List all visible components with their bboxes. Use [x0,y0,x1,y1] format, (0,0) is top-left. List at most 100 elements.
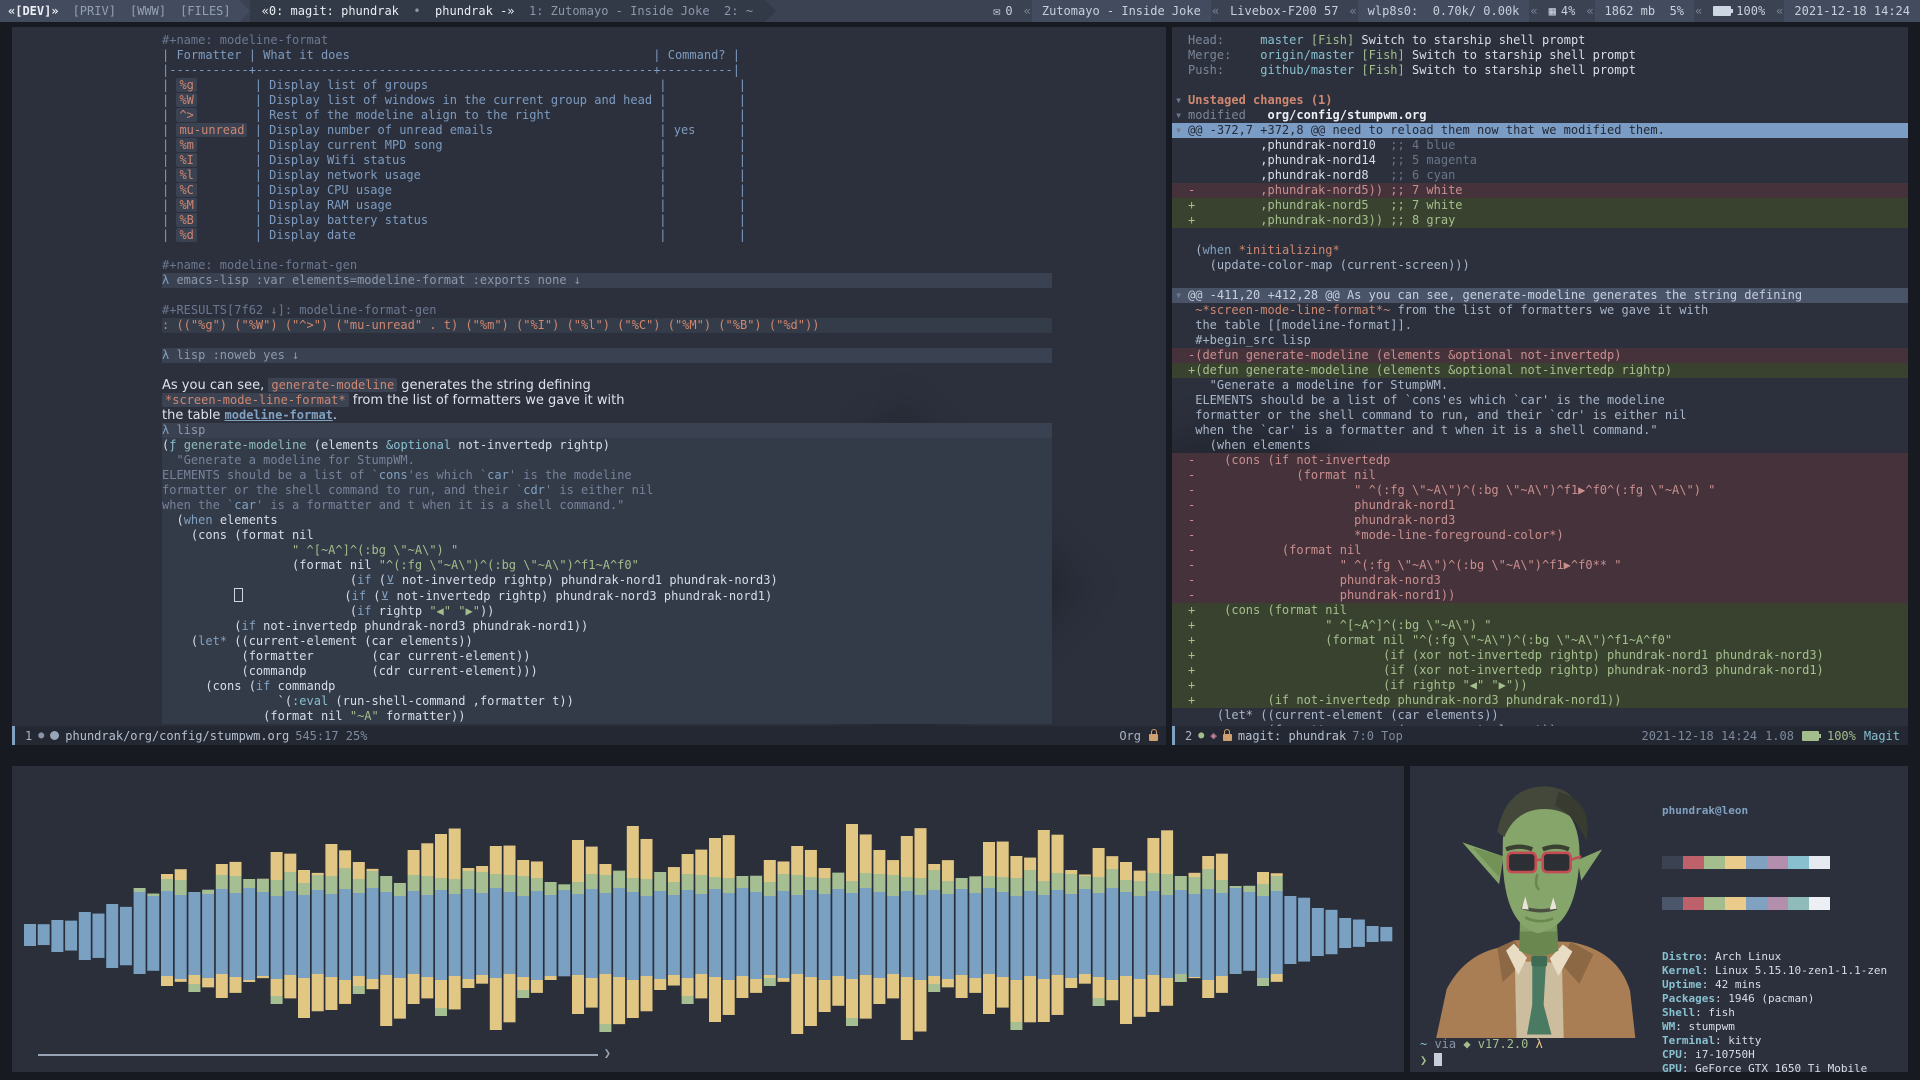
buffer-line[interactable]: (if (⊻ not-invertedp rightp) phundrak-no… [162,588,1052,604]
shell-prompt[interactable]: ~ via ◆ v17.2.0 λ ❯ [1420,1036,1543,1068]
buffer-line[interactable]: (if not-invertedp phundrak-nord3 phundra… [162,619,1052,634]
buffer-line[interactable]: #+name: modeline-format-gen [162,258,1052,273]
diff-line[interactable]: ▾ Unstaged changes (1) [1172,93,1908,108]
buffer-line[interactable]: | %W | Display list of windows in the cu… [162,93,1052,108]
diff-line[interactable]: ,phundrak-nord8 ;; 6 cyan [1172,168,1908,183]
buffer-line[interactable]: (format nil "~A" formatter)) [162,709,1052,724]
diff-line[interactable]: - *mode-line-foreground-color*) [1172,528,1908,543]
group-tag[interactable]: [FILES] [180,4,231,18]
diff-line[interactable]: ELEMENTS should be a list of `cons'es wh… [1172,393,1908,408]
buffer-line[interactable]: " ^[~A^]^(:bg \"~A\") " [162,543,1052,558]
org-buffer[interactable]: #+name: modeline-format | Formatter | Wha… [162,33,1052,724]
buffer-line[interactable]: (cons (if commandp [162,679,1052,694]
buffer-line[interactable]: λ lisp :noweb yes ↓ [162,348,1052,363]
buffer-line[interactable]: *screen-mode-line-format* from the list … [162,393,1052,408]
buffer-line[interactable]: #+name: modeline-format [162,33,1052,48]
diff-line[interactable]: - phundrak-nord3 [1172,573,1908,588]
diff-line[interactable]: + (cons (format nil [1172,603,1908,618]
buffer-line[interactable]: (if rightp "◀" "▶")) [162,604,1052,619]
buffer-line[interactable]: | %C | Display CPU usage | | [162,183,1052,198]
diff-line[interactable]: formatter or the shell command to run, a… [1172,408,1908,423]
diff-line[interactable]: + ,phundrak-nord3)) ;; 8 gray [1172,213,1908,228]
buffer-line[interactable]: As you can see, generate-modeline genera… [162,378,1052,393]
buffer-line[interactable]: | %I | Display Wifi status | | [162,153,1052,168]
diff-line[interactable]: +(defun generate-modeline (elements &opt… [1172,363,1908,378]
section-toggle-icon[interactable]: ▾ [1175,108,1182,123]
group-tag[interactable]: «[DEV]» [8,4,59,18]
buffer-line[interactable]: (if (⊻ not-invertedp rightp) phundrak-no… [162,573,1052,588]
diff-line[interactable]: - phundrak-nord1)) [1172,588,1908,603]
diff-line[interactable]: + (if (xor not-invertedp rightp) phundra… [1172,648,1908,663]
diff-line[interactable]: Head: master [Fish] Switch to starship s… [1172,33,1908,48]
diff-line[interactable]: "Generate a modeline for StumpWM. [1172,378,1908,393]
group-list[interactable]: «[DEV]» [PRIV] [WWW] [FILES] [0,0,239,22]
buffer-line[interactable]: | %B | Display battery status | | [162,213,1052,228]
diff-line[interactable]: - (format nil [1172,543,1908,558]
emacs-window[interactable]: #+name: modeline-format | Formatter | Wha… [12,27,1166,745]
window-list[interactable]: «0: magit: phundrak • phundrak -» 1: Zut… [249,0,765,22]
diff-line[interactable]: ,phundrak-nord14 ;; 5 magenta [1172,153,1908,168]
diff-line[interactable]: + (if rightp "◀" "▶")) [1172,678,1908,693]
buffer-line[interactable]: λ emacs-lisp :var elements=modeline-form… [162,273,1052,288]
buffer-line[interactable]: when the `car' is a formatter and t when… [162,498,1052,513]
buffer-line[interactable]: | mu-unread | Display number of unread e… [162,123,1052,138]
buffer-line[interactable]: "Generate a modeline for StumpWM. [162,453,1052,468]
buffer-line[interactable]: (commandp (cdr current-element))) [162,664,1052,679]
diff-line[interactable]: -(defun generate-modeline (elements &opt… [1172,348,1908,363]
buffer-line[interactable]: | %d | Display date | | [162,228,1052,243]
buffer-line[interactable]: (formatter (car current-element)) [162,649,1052,664]
prompt-line[interactable]: ❯ [1420,1052,1543,1068]
magit-buffer[interactable]: Head: master [Fish] Switch to starship s… [1172,33,1908,738]
prompt-line[interactable]: ~ via ◆ v17.2.0 λ [1420,1036,1543,1052]
buffer-line[interactable]: | %M | Display RAM usage | | [162,198,1052,213]
buffer-line[interactable]: (format nil "^(:fg \"~A\")^(:bg \"~A\")^… [162,558,1052,573]
buffer-line[interactable]: (let* ((current-element (car elements)) [162,634,1052,649]
diff-line[interactable]: - phundrak-nord1 [1172,498,1908,513]
section-toggle-icon[interactable]: ▾ [1175,123,1182,138]
diff-line[interactable]: the table [[modeline-format]]. [1172,318,1908,333]
buffer-line[interactable]: | %l | Display network usage | | [162,168,1052,183]
buffer-line[interactable] [162,243,1052,258]
diff-line[interactable]: (update-color-map (current-screen))) [1172,258,1908,273]
buffer-line[interactable] [162,363,1052,378]
diff-line[interactable] [1172,273,1908,288]
terminal-window[interactable]: phundrak@leon Distro: Arch Linux Kernel: … [1410,766,1908,1072]
section-toggle-icon[interactable]: ▾ [1175,288,1182,303]
group-tag[interactable]: [WWW] [130,4,166,18]
diff-line[interactable]: (when *initializing* [1172,243,1908,258]
buffer-line[interactable]: ELEMENTS should be a list of `cons'es wh… [162,468,1052,483]
buffer-line[interactable]: | %g | Display list of groups | | [162,78,1052,93]
diff-line[interactable]: + ,phundrak-nord5 ;; 7 white [1172,198,1908,213]
magit-window[interactable]: Head: master [Fish] Switch to starship s… [1172,27,1908,745]
diff-line[interactable]: - phundrak-nord3 [1172,513,1908,528]
diff-line[interactable]: - ,phundrak-nord5)) ;; 7 white [1172,183,1908,198]
diff-line[interactable] [1172,228,1908,243]
diff-line[interactable]: + (format nil "^(:fg \"~A\")^(:bg \"~A\"… [1172,633,1908,648]
buffer-line[interactable] [162,288,1052,303]
diff-line[interactable]: ~*screen-mode-line-format*~ from the lis… [1172,303,1908,318]
buffer-line[interactable]: |-----------+---------------------------… [162,63,1052,78]
diff-line[interactable]: ▾ modified org/config/stumpwm.org [1172,108,1908,123]
diff-line[interactable]: (let* ((current-element (car elements)) [1172,708,1908,723]
diff-line[interactable]: (when elements [1172,438,1908,453]
buffer-line[interactable]: the table modeline-format. [162,408,1052,423]
diff-line[interactable]: Push: github/master [Fish] Switch to sta… [1172,63,1908,78]
diff-line[interactable]: + (if not-invertedp phundrak-nord3 phund… [1172,693,1908,708]
buffer-line[interactable]: | Formatter | What it does | Command? | [162,48,1052,63]
diff-line[interactable]: + (if (xor not-invertedp rightp) phundra… [1172,663,1908,678]
diff-line[interactable]: - " ^(:fg \"~A\")^(:bg \"~A\")^f1▶^f0^(:… [1172,483,1908,498]
buffer-line[interactable]: : (("%g") ("%W") ("^>") ("mu-unread" . t… [162,318,1052,333]
diff-line[interactable]: - (format nil [1172,468,1908,483]
buffer-line[interactable]: | %m | Display current MPD song | | [162,138,1052,153]
group-tag[interactable]: [PRIV] [73,4,116,18]
diff-line[interactable]: Merge: origin/master [Fish] Switch to st… [1172,48,1908,63]
diff-line[interactable]: - " ^(:fg \"~A\")^(:bg \"~A\")^f1▶^f0** … [1172,558,1908,573]
diff-line[interactable] [1172,78,1908,93]
buffer-line[interactable]: | ^> | Rest of the modeline align to the… [162,108,1052,123]
diff-line[interactable]: ,phundrak-nord10 ;; 4 blue [1172,138,1908,153]
buffer-line[interactable] [162,333,1052,348]
buffer-line[interactable]: (when elements [162,513,1052,528]
diff-hunk-header[interactable]: ▾ @@ -411,20 +412,28 @@ As you can see, g… [1172,288,1908,303]
buffer-line[interactable]: λ lisp [162,423,1052,438]
diff-line[interactable]: when the `car' is a formatter and t when… [1172,423,1908,438]
